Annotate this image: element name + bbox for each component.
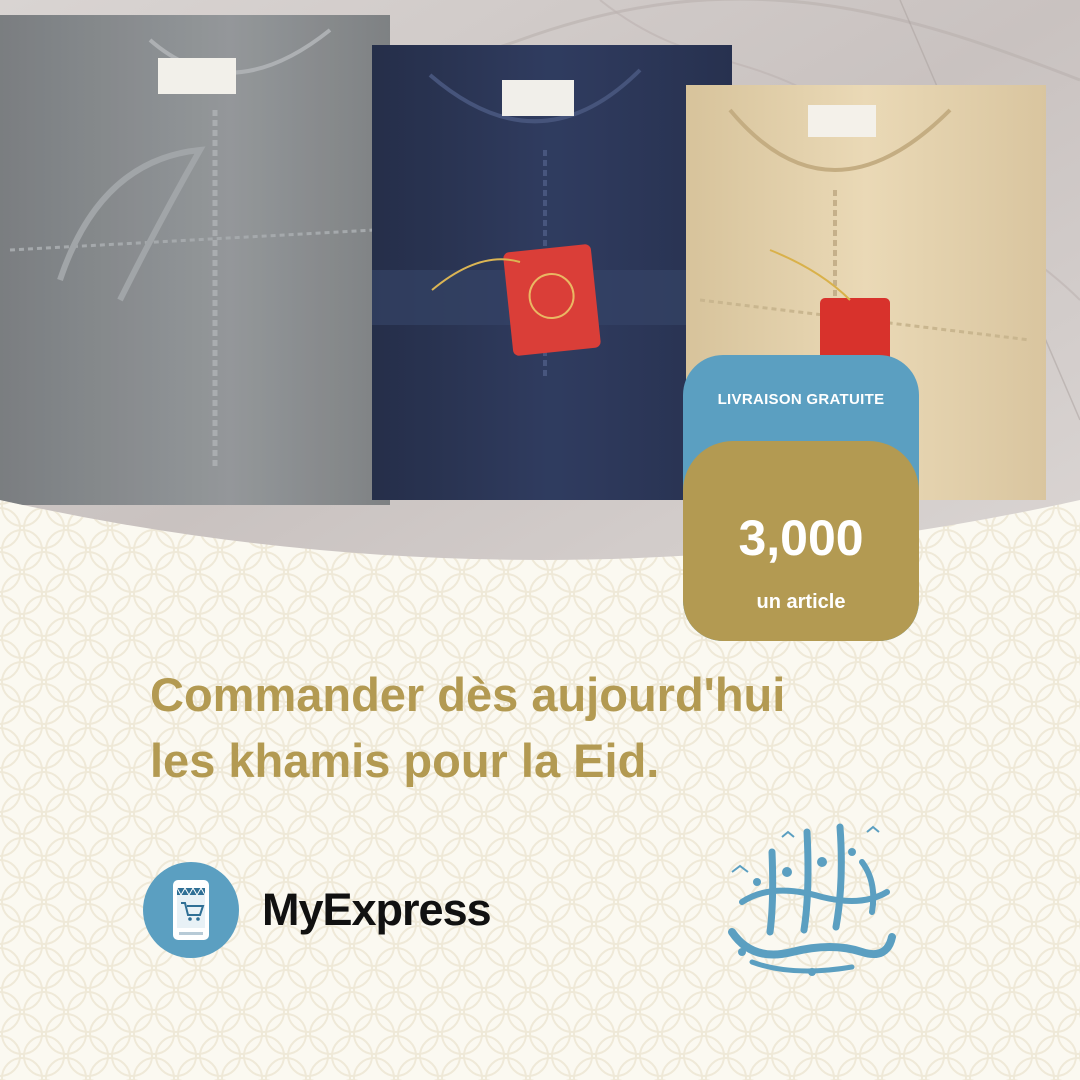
eid-mubarak-calligraphy bbox=[728, 823, 896, 976]
brand-logo bbox=[143, 862, 239, 958]
headline-line-1: Commander dès aujourd'hui bbox=[150, 668, 786, 721]
shopping-cart-phone-icon bbox=[173, 880, 209, 940]
price-panel: 3,000 un article bbox=[683, 441, 919, 641]
price-unit: un article bbox=[756, 591, 846, 613]
navy-khamis-package bbox=[372, 45, 732, 500]
grey-khamis-package bbox=[0, 15, 390, 505]
price-badge: LIVRAISON GRATUITE 3,000 un article bbox=[683, 355, 919, 641]
price-value: 3,000 bbox=[738, 510, 864, 566]
brand-name: MyExpress bbox=[262, 884, 492, 935]
headline-line-2: les khamis pour la Eid. bbox=[150, 734, 660, 787]
free-delivery-label: LIVRAISON GRATUITE bbox=[717, 391, 885, 408]
headline: Commander dès aujourd'hui les khamis pou… bbox=[150, 662, 1030, 794]
